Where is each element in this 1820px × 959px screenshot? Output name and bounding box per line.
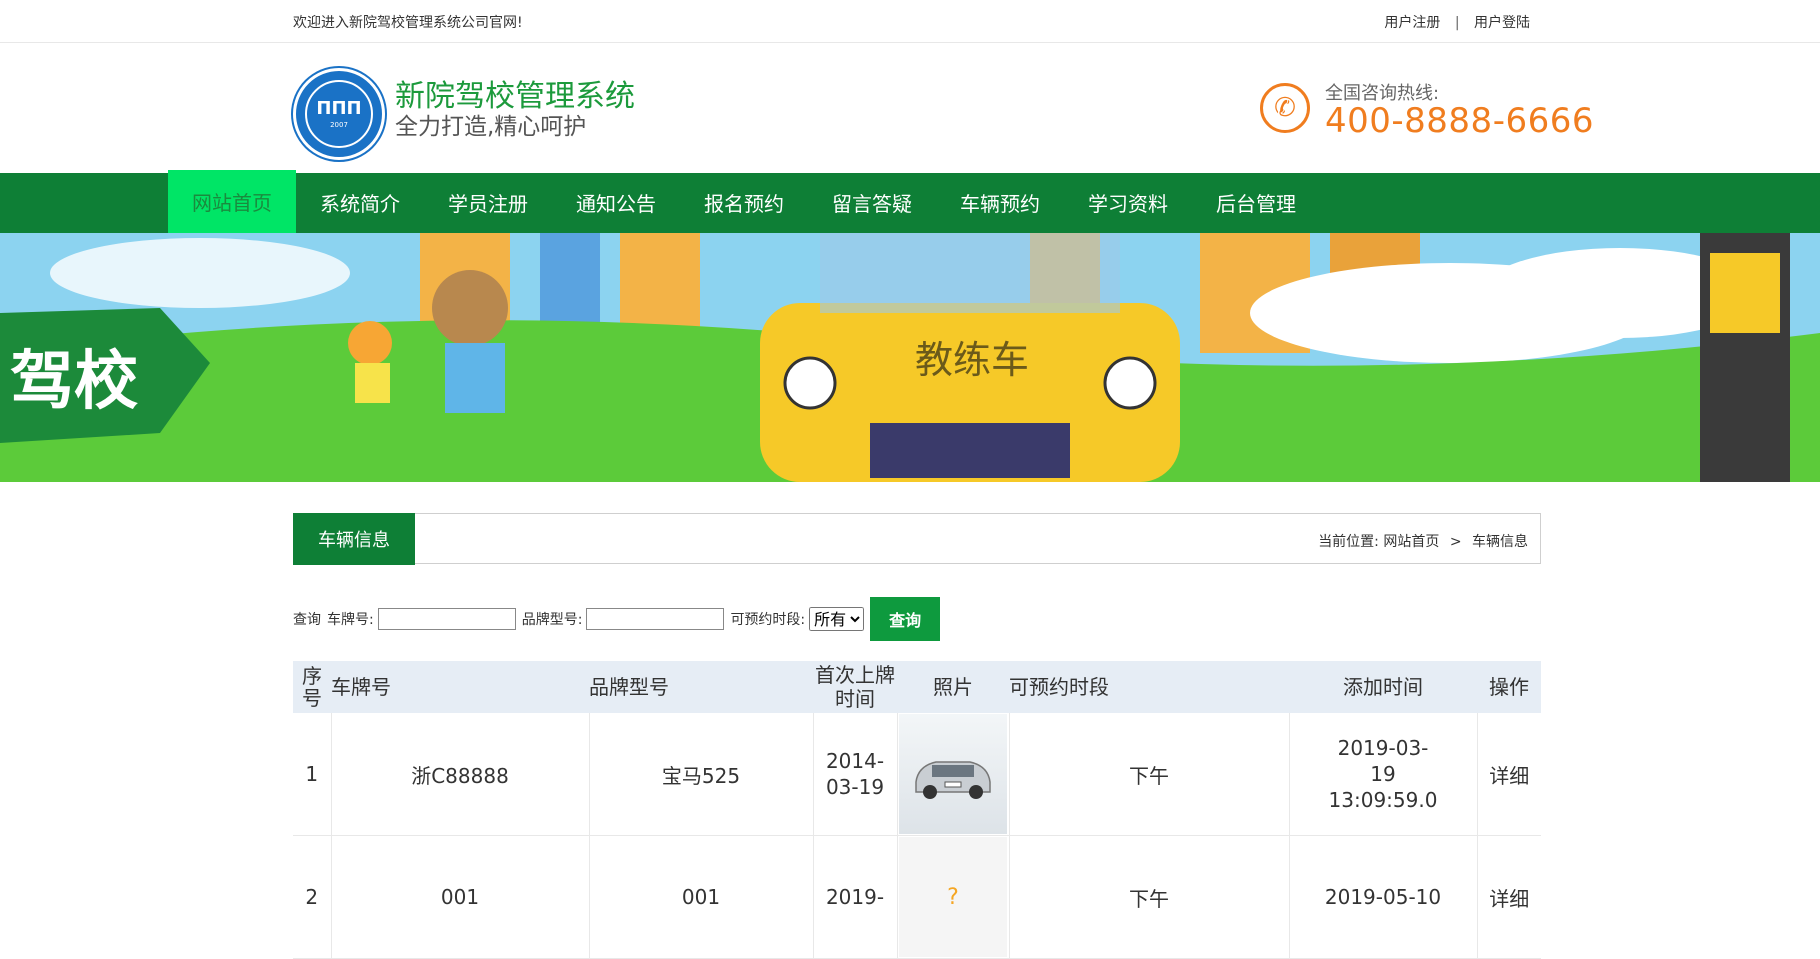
- site-header: ΠΠΠ 2007 新院驾校管理系统 全力打造,精心呵护 ✆ 全国咨询热线: 40…: [0, 43, 1820, 173]
- login-link[interactable]: 用户登陆: [1474, 15, 1530, 31]
- cell-no: 1: [293, 713, 332, 836]
- welcome-text: 欢迎进入新院驾校管理系统公司官网!: [293, 15, 523, 31]
- search-label: 查询: [293, 612, 321, 628]
- brand-label: 品牌型号:: [521, 612, 583, 628]
- slot-label: 可预约时段:: [730, 612, 806, 628]
- cell-photo: ?: [897, 835, 1010, 959]
- nav-item-student-register[interactable]: 学员注册: [424, 173, 552, 233]
- slot-select[interactable]: 所有: [809, 607, 865, 631]
- top-links: 用户注册 | 用户登陆: [1384, 12, 1530, 32]
- table-header-row: 序号 车牌号 品牌型号 首次上牌时间 照片 可预约时段 添加时间 操作: [293, 661, 1541, 713]
- cell-plate: 001: [331, 835, 590, 959]
- cell-no: 2: [293, 835, 332, 959]
- logo-emblem: ΠΠΠ 2007: [305, 80, 373, 148]
- detail-link[interactable]: 详细: [1477, 835, 1541, 959]
- hero-banner: 驾校 教练车: [0, 233, 1820, 482]
- col-header-slot: 可预约时段: [1009, 661, 1289, 713]
- nav-item-enroll[interactable]: 报名预约: [680, 173, 808, 233]
- section-header: 车辆信息 当前位置: 网站首页 > 车辆信息: [293, 513, 1541, 565]
- cell-added: 2019-05-10: [1289, 835, 1478, 959]
- no-image-placeholder[interactable]: ?: [899, 837, 1007, 957]
- plate-input[interactable]: [377, 608, 516, 630]
- breadcrumb: 当前位置: 网站首页 > 车辆信息: [1318, 531, 1528, 551]
- brand-input[interactable]: [586, 608, 725, 630]
- nav-item-intro[interactable]: 系统简介: [296, 173, 424, 233]
- cell-first-reg: 2019-: [813, 835, 898, 959]
- nav-item-admin[interactable]: 后台管理: [1192, 173, 1320, 233]
- nav-item-notices[interactable]: 通知公告: [552, 173, 680, 233]
- phone-icon: ✆: [1260, 83, 1310, 133]
- search-button[interactable]: 查询: [870, 597, 941, 641]
- banner-illustration: 驾校 教练车: [0, 233, 1820, 482]
- col-header-plate: 车牌号: [331, 661, 589, 713]
- school-logo: ΠΠΠ 2007: [293, 68, 385, 160]
- logo-year: 2007: [330, 120, 348, 129]
- table-row: 1 浙C88888 宝马525 2014-03-19 下午 2019-03-19…: [293, 713, 1541, 836]
- cell-brand: 宝马525: [589, 713, 814, 836]
- banner-car-text: 教练车: [915, 338, 1029, 382]
- car-photo[interactable]: [899, 714, 1007, 834]
- link-separator: |: [1454, 15, 1460, 31]
- search-bar: 查询 车牌号: 品牌型号: 可预约时段: 所有 查询: [293, 597, 941, 641]
- cell-slot: 下午: [1009, 713, 1290, 836]
- cell-slot: 下午: [1009, 835, 1290, 959]
- car-icon: [915, 761, 991, 799]
- breadcrumb-prefix: 当前位置:: [1318, 534, 1379, 550]
- slogan: 全力打造,精心呵护: [395, 114, 587, 140]
- nav-item-home[interactable]: 网站首页: [168, 170, 296, 234]
- col-header-action: 操作: [1477, 661, 1541, 713]
- hotline-number: 400-8888-6666: [1325, 101, 1594, 141]
- col-header-no: 序号: [293, 661, 331, 713]
- nav-item-materials[interactable]: 学习资料: [1064, 173, 1192, 233]
- section-title: 车辆信息: [293, 513, 415, 565]
- vehicle-table: 序号 车牌号 品牌型号 首次上牌时间 照片 可预约时段 添加时间 操作 1 浙C…: [293, 661, 1541, 959]
- cell-added: 2019-03-19 13:09:59.0: [1289, 713, 1478, 836]
- question-icon: ?: [947, 884, 959, 910]
- nav-item-vehicle-booking[interactable]: 车辆预约: [936, 173, 1064, 233]
- banner-left-text: 驾校: [10, 345, 138, 419]
- logo-mark: ΠΠΠ: [316, 97, 362, 119]
- col-header-first-reg: 首次上牌时间: [813, 661, 897, 713]
- breadcrumb-home-link[interactable]: 网站首页: [1383, 534, 1439, 550]
- cell-first-reg: 2014-03-19: [813, 713, 898, 836]
- nav-item-messages[interactable]: 留言答疑: [808, 173, 936, 233]
- cell-brand: 001: [589, 835, 814, 959]
- register-link[interactable]: 用户注册: [1384, 15, 1440, 31]
- page: 欢迎进入新院驾校管理系统公司官网! 用户注册 | 用户登陆 ΠΠΠ 2007 新…: [0, 0, 1820, 959]
- col-header-added: 添加时间: [1289, 661, 1477, 713]
- cell-plate: 浙C88888: [331, 713, 590, 836]
- col-header-brand: 品牌型号: [589, 661, 813, 713]
- plate-label: 车牌号:: [327, 612, 374, 628]
- main-nav: 网站首页 系统简介 学员注册 通知公告 报名预约 留言答疑 车辆预约 学习资料 …: [0, 170, 1820, 234]
- detail-link[interactable]: 详细: [1477, 713, 1541, 836]
- top-bar: 欢迎进入新院驾校管理系统公司官网! 用户注册 | 用户登陆: [0, 0, 1820, 43]
- breadcrumb-arrow: >: [1449, 534, 1462, 550]
- table-row: 2 001 001 2019- ? 下午 2019-05-10 详细: [293, 835, 1541, 959]
- col-header-photo: 照片: [897, 661, 1009, 713]
- cell-photo: [897, 713, 1010, 836]
- breadcrumb-current: 车辆信息: [1472, 534, 1528, 550]
